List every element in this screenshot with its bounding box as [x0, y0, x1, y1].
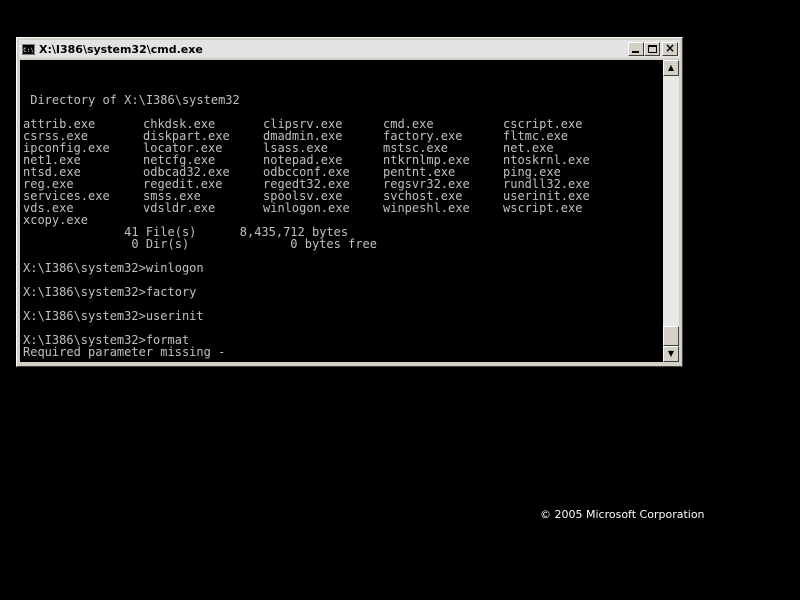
arrow-down-icon: ▼ — [667, 349, 675, 358]
directory-header: Directory of X:\I386\system32 — [23, 93, 240, 107]
file-column-1: attrib.exe csrss.exe ipconfig.exe net1.exe n… — [23, 118, 110, 226]
history-line: X:\I386\system32>factory — [23, 285, 197, 299]
scrollbar-thumb[interactable] — [663, 326, 679, 346]
history-line: Required parameter missing - — [23, 345, 226, 359]
summary-dirs: 0 Dir(s) 0 bytes free — [23, 237, 378, 251]
file-column-2: chkdsk.exe diskpart.exe locator.exe netcfg.… — [143, 118, 230, 214]
vertical-scrollbar[interactable]: ▲ ▼ — [663, 60, 679, 362]
title-bar-controls: × — [628, 42, 678, 56]
maximize-button[interactable] — [644, 42, 660, 56]
file-column-5: cscript.exe fltmc.exe net.exe ntoskrnl.exe p… — [503, 118, 590, 214]
cmd-window: C:\ X:\I386\system32\cmd.exe × Directory… — [16, 37, 683, 367]
title-bar[interactable]: C:\ X:\I386\system32\cmd.exe × — [19, 40, 680, 58]
copyright-text: © 2005 Microsoft Corporation — [540, 508, 705, 521]
cmd-app-icon[interactable]: C:\ — [22, 43, 35, 55]
scroll-up-button[interactable]: ▲ — [663, 60, 679, 76]
maximize-icon — [648, 45, 657, 53]
file-entry: winlogon.exe — [263, 201, 350, 215]
minimize-button[interactable] — [628, 42, 644, 56]
file-entry: winpeshl.exe — [383, 201, 470, 215]
history-line: X:\I386\system32>userinit — [23, 309, 204, 323]
window-title: X:\I386\system32\cmd.exe — [39, 42, 203, 56]
console-output[interactable]: Directory of X:\I386\system32 attrib.exe… — [20, 60, 663, 362]
history-line: X:\I386\system32>winlogon — [23, 261, 204, 275]
close-button[interactable]: × — [662, 42, 678, 56]
minimize-icon — [632, 51, 639, 53]
scroll-down-button[interactable]: ▼ — [663, 346, 679, 362]
file-column-3: clipsrv.exe dmadmin.exe lsass.exe notepad.e… — [263, 118, 350, 214]
file-entry: wscript.exe — [503, 201, 583, 215]
file-column-4: cmd.exe factory.exe mstsc.exe ntkrnlmp.exe p… — [383, 118, 470, 214]
file-entry: vdsldr.exe — [143, 201, 216, 215]
arrow-up-icon: ▲ — [667, 63, 675, 72]
close-icon: × — [664, 41, 676, 55]
